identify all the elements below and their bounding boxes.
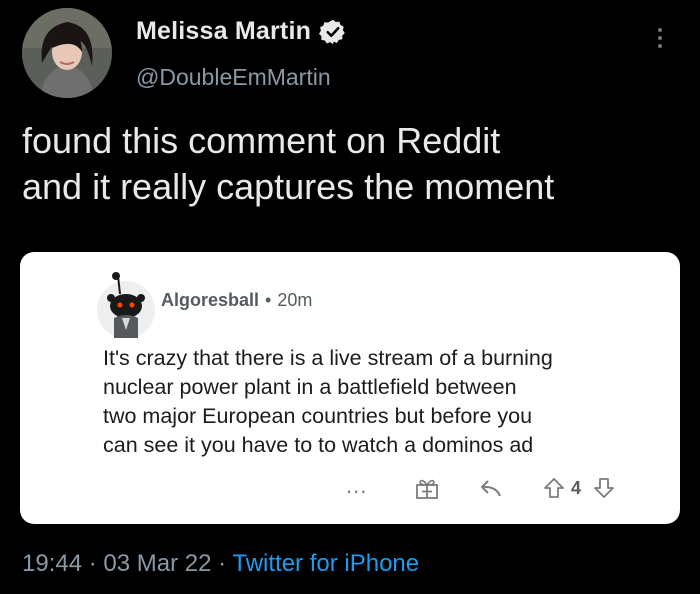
upvote-icon (544, 478, 564, 498)
tweet-source-link[interactable]: Twitter for iPhone (232, 550, 419, 577)
reddit-comment-age: 20m (277, 290, 313, 310)
reply-icon (481, 480, 501, 497)
verified-badge-icon (319, 19, 345, 44)
reddit-separator: • (265, 290, 272, 310)
reddit-body-line: two major European countries but before … (103, 404, 533, 428)
handle[interactable]: @DoubleEmMartin (136, 64, 331, 91)
tweet: Melissa Martin @DoubleEmMartin found thi… (0, 0, 700, 594)
author-row: Melissa Martin (136, 17, 347, 46)
reddit-body-line: It's crazy that there is a live stream o… (103, 346, 553, 370)
reddit-comment-actions: ... 4 (346, 474, 656, 502)
display-name[interactable]: Melissa Martin (136, 17, 311, 46)
profile-photo-icon (22, 8, 112, 98)
reddit-comment-body: It's crazy that there is a live stream o… (103, 344, 663, 460)
meta-separator: · (218, 550, 227, 577)
vote-score: 4 (571, 478, 582, 498)
meta-separator: · (88, 550, 97, 577)
reddit-body-line: nuclear power plant in a battlefield bet… (103, 375, 517, 399)
tweet-time[interactable]: 19:44 (22, 550, 82, 577)
reddit-username: Algoresball (161, 290, 260, 310)
more-options-icon[interactable] (650, 24, 670, 54)
reddit-body-line: can see it you have to to watch a domino… (103, 433, 534, 457)
reddit-comment-meta: Algoresball • 20m (161, 290, 312, 311)
reddit-avatar-icon (97, 272, 155, 338)
tweet-meta: 19:44 · 03 Mar 22 · Twitter for iPhone (22, 550, 419, 578)
reddit-more-icon: ... (346, 473, 368, 498)
tweet-date[interactable]: 03 Mar 22 (103, 550, 211, 577)
downvote-icon (594, 478, 614, 498)
avatar[interactable] (22, 8, 112, 98)
tweet-text-line: found this comment on Reddit (22, 120, 501, 161)
reddit-comment-image[interactable]: Algoresball • 20m It's crazy that there is… (20, 252, 680, 524)
tweet-text: found this comment on Reddit and it real… (22, 118, 682, 210)
tweet-text-line: and it really captures the moment (22, 166, 555, 207)
award-icon (416, 479, 438, 499)
